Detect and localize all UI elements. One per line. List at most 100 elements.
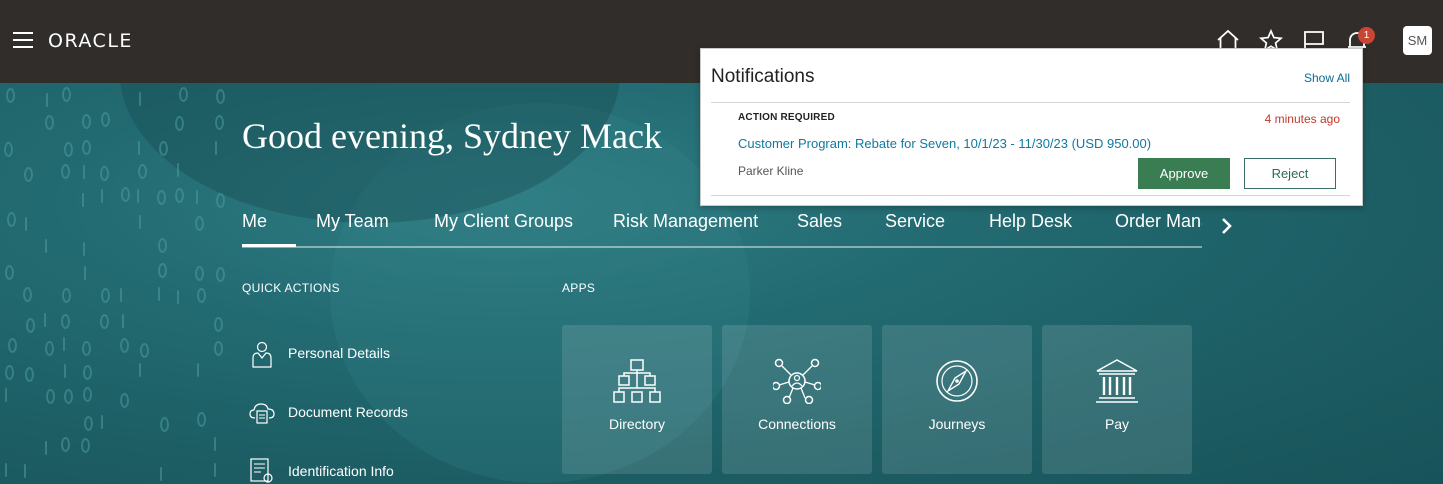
decorative-digit (177, 290, 180, 305)
quick-action-label: Personal Details (288, 345, 390, 361)
decorative-digit (82, 241, 85, 256)
decorative-digit (24, 367, 34, 383)
tab-help-desk[interactable]: Help Desk (989, 211, 1072, 232)
menu-icon[interactable] (13, 32, 33, 49)
reject-button[interactable]: Reject (1244, 158, 1336, 189)
decorative-digit (213, 316, 223, 332)
decorative-digit (45, 340, 55, 356)
decorative-digit (139, 215, 142, 230)
decorative-digit (23, 463, 26, 478)
tab-sales[interactable]: Sales (797, 211, 842, 232)
cloud-document-icon (249, 403, 275, 424)
tab-order-management[interactable]: Order Mana (1115, 211, 1202, 232)
decorative-digit (197, 287, 207, 303)
quick-action-label: Document Records (288, 404, 408, 420)
decorative-digit (158, 238, 168, 254)
app-tile-pay[interactable]: Pay (1042, 325, 1192, 474)
app-label: Connections (758, 416, 836, 432)
decorative-digit (213, 437, 216, 452)
decorative-digit (121, 187, 131, 203)
person-icon (252, 341, 272, 368)
decorative-digit (178, 87, 188, 103)
decorative-digit (101, 112, 111, 128)
app-tile-directory[interactable]: Directory (562, 325, 712, 474)
decorative-digit (177, 162, 180, 177)
decorative-digit (119, 288, 122, 303)
greeting-title: Good evening, Sydney Mack (242, 116, 662, 156)
notification-subject-link[interactable]: Customer Program: Rebate for Seven, 10/1… (738, 136, 1151, 151)
decorative-digit (61, 163, 71, 179)
decorative-digit (81, 192, 84, 207)
decorative-digit (80, 438, 90, 454)
tab-my-team[interactable]: My Team (316, 211, 389, 232)
oracle-logo[interactable]: ORACLE (48, 30, 133, 52)
decorative-digit (101, 189, 104, 204)
tab-my-client-groups[interactable]: My Client Groups (434, 211, 573, 232)
tab-risk-management[interactable]: Risk Management (613, 211, 758, 232)
decorative-digit (121, 314, 124, 329)
decorative-digit (23, 287, 33, 303)
decorative-digit (83, 415, 93, 431)
decorative-digit (6, 212, 16, 228)
notification-time: 4 minutes ago (1264, 112, 1340, 126)
app-label: Pay (1104, 416, 1130, 432)
tab-me[interactable]: Me (242, 211, 267, 232)
decorative-digit (196, 363, 199, 378)
decorative-digit (7, 337, 17, 353)
decorative-digit (62, 337, 65, 352)
decorative-digit (214, 141, 217, 156)
active-tab-indicator (242, 244, 296, 247)
decorative-digit (61, 314, 71, 330)
chevron-right-icon[interactable] (1216, 216, 1236, 236)
decorative-digit (4, 364, 14, 380)
decorative-digit (5, 388, 8, 403)
bank-icon (1096, 359, 1138, 403)
decorative-digit (120, 392, 130, 408)
divider (711, 102, 1350, 103)
notification-sender: Parker Kline (738, 164, 804, 178)
decorative-digit (25, 317, 35, 333)
network-icon (773, 358, 821, 404)
decorative-digit (44, 238, 47, 253)
approve-button[interactable]: Approve (1138, 158, 1230, 189)
divider (711, 195, 1350, 196)
notification-count-badge: 1 (1358, 27, 1375, 44)
notification-type: ACTION REQUIRED (738, 112, 835, 123)
decorative-digit (216, 192, 226, 208)
org-chart-icon (613, 359, 661, 403)
decorative-digit (157, 262, 167, 278)
decorative-digit (214, 115, 224, 131)
show-all-link[interactable]: Show All (1304, 71, 1350, 85)
decorative-digit (175, 115, 185, 131)
id-card-icon (250, 458, 273, 483)
decorative-digit (45, 92, 48, 107)
decorative-digit (63, 364, 66, 379)
decorative-digit (214, 340, 224, 356)
tab-service[interactable]: Service (885, 211, 945, 232)
decorative-digit (195, 190, 198, 205)
notifications-popup: Notifications Show All ACTION REQUIRED 4… (700, 48, 1363, 206)
app-label: Journeys (928, 416, 986, 432)
decorative-digit (64, 142, 74, 158)
decorative-digit (83, 365, 93, 380)
decorative-digit (82, 164, 85, 179)
decorative-digit (195, 216, 205, 232)
app-tile-connections[interactable]: Connections (722, 325, 872, 474)
decorative-digit (44, 115, 54, 131)
decorative-digit (215, 267, 225, 283)
app-tile-journeys[interactable]: Journeys (882, 325, 1032, 474)
apps-heading: APPS (562, 281, 596, 295)
decorative-digit (61, 437, 71, 453)
user-avatar[interactable]: SM (1403, 26, 1432, 55)
decorative-digit (4, 265, 14, 281)
decorative-digit (159, 467, 162, 482)
notifications-title: Notifications (711, 66, 815, 87)
decorative-digit (82, 387, 92, 403)
decorative-digit (137, 141, 140, 156)
decorative-digit (99, 166, 109, 182)
decorative-pattern (0, 83, 230, 484)
nav-tabs: Me My Team My Client Groups Risk Managem… (242, 208, 1202, 248)
compass-icon (936, 360, 978, 402)
decorative-digit (156, 189, 166, 205)
decorative-digit (63, 388, 73, 404)
